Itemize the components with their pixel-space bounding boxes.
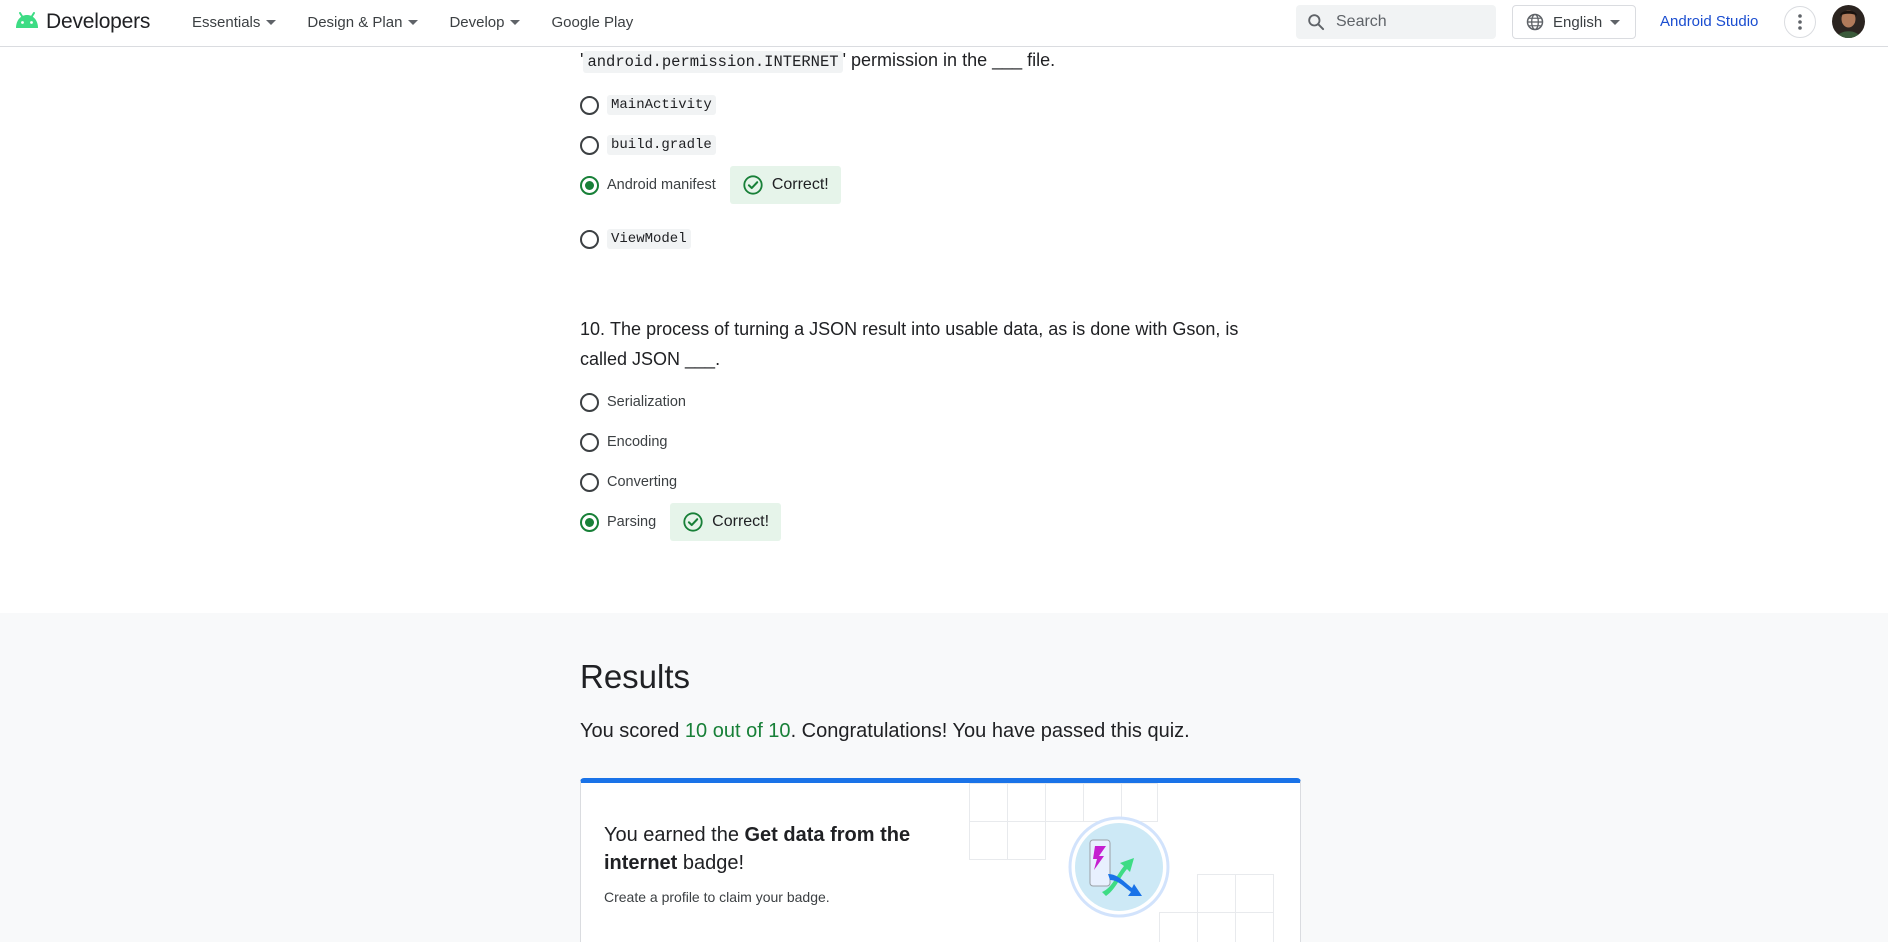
more-options-button[interactable] [1784, 6, 1816, 38]
radio-button[interactable] [580, 229, 599, 249]
question-9-text: ' android.permission.INTERNET ' permission… [580, 45, 1055, 77]
nav-label: Essentials [192, 13, 261, 31]
check-circle-icon [682, 511, 704, 533]
developers-home-link[interactable]: Developers [14, 8, 150, 36]
caret-down-icon [408, 19, 419, 25]
option-label: Serialization [607, 394, 686, 410]
nav-develop[interactable]: Develop [449, 13, 521, 31]
score-text: You scored [580, 720, 685, 742]
badge-text: You earned the [604, 824, 745, 846]
option-label: ViewModel [607, 229, 691, 249]
option-label: MainActivity [607, 95, 716, 115]
more-vert-icon [1798, 14, 1802, 30]
q10-option-encoding[interactable]: Encoding [580, 429, 667, 455]
q10-option-parsing[interactable]: Parsing Correct! [580, 503, 782, 541]
radio-button[interactable] [580, 432, 599, 452]
score-text: . Congratulations! You have passed this … [790, 720, 1190, 742]
nav-google-play[interactable]: Google Play [551, 14, 633, 31]
option-label: Converting [607, 474, 678, 490]
brand-name: Developers [46, 10, 151, 33]
q10-option-converting[interactable]: Converting [580, 469, 677, 495]
nav-label: Google Play [551, 13, 634, 31]
radio-button-selected[interactable] [580, 512, 599, 532]
feedback-text: Correct! [771, 176, 829, 193]
caret-down-icon [266, 19, 277, 25]
android-logo-icon [14, 10, 40, 35]
option-label: build.gradle [607, 135, 716, 155]
badge-subtitle: Create a profile to claim your badge. [604, 889, 830, 905]
badge-text: badge! [677, 852, 745, 874]
android-studio-link[interactable]: Android Studio [1660, 13, 1758, 30]
q9-option-build-gradle[interactable]: build.gradle [580, 132, 716, 158]
radio-button-selected[interactable] [580, 175, 599, 195]
feedback-text: Correct! [712, 513, 770, 530]
q10-option-serialization[interactable]: Serialization [580, 389, 686, 415]
q9-option-viewmodel[interactable]: ViewModel [580, 226, 691, 252]
option-label: Parsing [607, 514, 657, 530]
option-label: Encoding [607, 434, 668, 450]
inline-code: android.permission.INTERNET [583, 51, 843, 73]
language-label: English [1553, 13, 1603, 31]
radio-button[interactable] [580, 392, 599, 412]
caret-down-icon [1610, 19, 1621, 25]
nav-label: Design & Plan [307, 13, 403, 31]
badge-card: You earned the Get data from the interne… [580, 778, 1301, 942]
radio-button[interactable] [580, 472, 599, 492]
search-input[interactable] [1336, 13, 1486, 31]
question-text: ' permission in the ___ file. [842, 50, 1056, 70]
score-value: 10 out of 10 [684, 720, 791, 742]
avatar[interactable] [1832, 5, 1865, 38]
badge-earned-text: You earned the Get data from the interne… [604, 821, 934, 877]
check-circle-icon [742, 174, 764, 196]
main-nav: Essentials Design & Plan Develop Google … [192, 0, 633, 44]
results-title: Results [580, 658, 691, 695]
q9-option-mainactivity[interactable]: MainActivity [580, 92, 716, 118]
question-text: The process of turning a JSON result int… [610, 319, 1239, 339]
nav-design-plan[interactable]: Design & Plan [307, 13, 419, 31]
q9-option-android-manifest[interactable]: Android manifest Correct! [580, 166, 841, 204]
top-app-bar: Developers Essentials Design & Plan Deve… [0, 0, 1888, 47]
question-text: called JSON ___. [580, 349, 721, 369]
nav-label: Develop [449, 13, 505, 31]
search-box[interactable] [1296, 5, 1496, 39]
correct-feedback: Correct! [729, 166, 841, 204]
score-summary: You scored 10 out of 10. Congratulations… [580, 720, 1190, 743]
radio-button[interactable] [580, 135, 599, 155]
grid-decoration [1159, 874, 1274, 942]
search-icon [1306, 12, 1326, 32]
correct-feedback: Correct! [670, 503, 782, 541]
language-selector[interactable]: English [1512, 5, 1636, 39]
question-10-text: 10. The process of turning a JSON result… [580, 314, 1300, 374]
globe-icon [1525, 12, 1545, 32]
nav-essentials[interactable]: Essentials [192, 13, 277, 31]
option-label: Android manifest [607, 177, 716, 193]
question-number: 10. [580, 319, 606, 339]
radio-button[interactable] [580, 95, 599, 115]
caret-down-icon [510, 19, 521, 25]
badge-illustration-icon [1068, 816, 1170, 918]
